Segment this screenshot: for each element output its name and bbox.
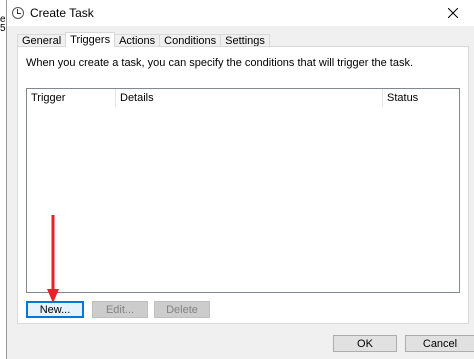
- triggers-intro-text: When you create a task, you can specify …: [26, 57, 414, 69]
- clock-icon: [12, 7, 24, 19]
- ok-button[interactable]: OK: [333, 335, 397, 352]
- tab-triggers[interactable]: Triggers: [65, 32, 116, 47]
- create-task-dialog: Create Task General Triggers Actions Con…: [6, 0, 474, 359]
- tab-strip: General Triggers Actions Conditions Sett…: [17, 32, 270, 47]
- close-button[interactable]: [432, 0, 474, 26]
- column-header-trigger[interactable]: Trigger: [27, 89, 116, 107]
- edit-trigger-button[interactable]: Edit...: [92, 301, 148, 318]
- column-header-details[interactable]: Details: [116, 89, 383, 107]
- delete-trigger-button[interactable]: Delete: [154, 301, 210, 318]
- column-header-status[interactable]: Status: [383, 89, 443, 107]
- close-icon: [448, 8, 458, 18]
- title-bar[interactable]: Create Task: [7, 0, 474, 26]
- red-arrow-annotation: [47, 215, 59, 303]
- triggers-list[interactable]: Trigger Details Status: [26, 88, 460, 293]
- window-title: Create Task: [30, 6, 94, 20]
- triggers-panel: When you create a task, you can specify …: [17, 46, 469, 324]
- cancel-button[interactable]: Cancel: [405, 335, 474, 352]
- desktop-text-fragment: 5: [0, 23, 6, 34]
- table-header: Trigger Details Status: [27, 89, 459, 107]
